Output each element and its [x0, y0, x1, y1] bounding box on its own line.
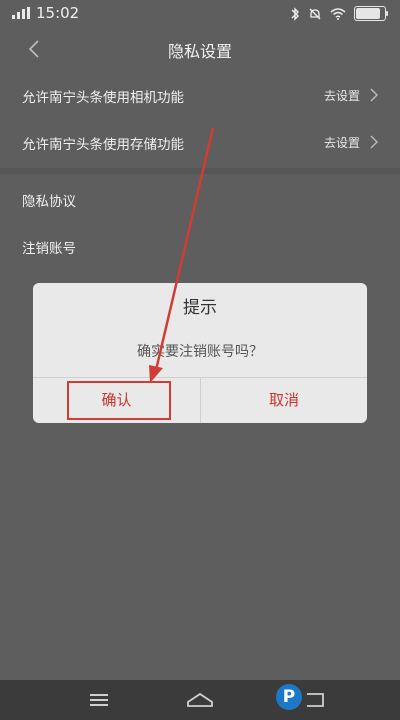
status-left: 15:02	[12, 4, 79, 22]
settings-item-label: 允许南宁头条使用存储功能	[22, 137, 184, 153]
settings-item-camera[interactable]: 允许南宁头条使用相机功能 去设置	[0, 73, 400, 119]
settings-item-action: 去设置	[323, 89, 360, 103]
settings-item-storage[interactable]: 允许南宁头条使用存储功能 去设置	[0, 120, 400, 166]
settings-item-label: 允许南宁头条使用相机功能	[22, 90, 184, 106]
status-bar: 15:02	[0, 0, 400, 28]
wifi-icon	[330, 7, 346, 20]
status-right	[290, 6, 388, 21]
status-time: 15:02	[36, 4, 80, 22]
chevron-right-icon	[370, 135, 378, 149]
settings-item-delete-account[interactable]: 注销账号	[0, 224, 400, 270]
home-icon[interactable]	[185, 690, 215, 710]
settings-item-label: 注销账号	[22, 241, 76, 257]
settings-item-label: 隐私协议	[22, 194, 76, 210]
confirm-button[interactable]: 确认	[33, 378, 200, 423]
page-title: 隐私设置	[167, 42, 232, 61]
chevron-right-icon	[370, 88, 378, 102]
cancel-button[interactable]: 取消	[201, 378, 367, 423]
watermark-logo-icon: P	[276, 684, 302, 710]
menu-icon[interactable]	[88, 692, 110, 708]
dialog-title: 提示	[183, 298, 217, 318]
nav-bar: 隐私设置	[0, 28, 400, 72]
mute-icon	[309, 8, 321, 19]
system-navigation-bar	[0, 680, 400, 720]
battery-icon	[354, 6, 388, 21]
dialog-message: 确实要注销账号吗？	[137, 344, 263, 360]
highlight-box	[67, 381, 171, 420]
section-divider	[0, 168, 400, 174]
back-icon[interactable]	[305, 690, 327, 710]
signal-icon	[12, 7, 30, 19]
watermark-logo: P	[276, 684, 302, 710]
bluetooth-icon	[291, 6, 299, 21]
settings-item-action: 去设置	[323, 136, 360, 150]
settings-item-privacy-policy[interactable]: 隐私协议	[0, 177, 400, 223]
confirm-dialog: 提示 确实要注销账号吗？ 确认 取消	[33, 283, 367, 423]
